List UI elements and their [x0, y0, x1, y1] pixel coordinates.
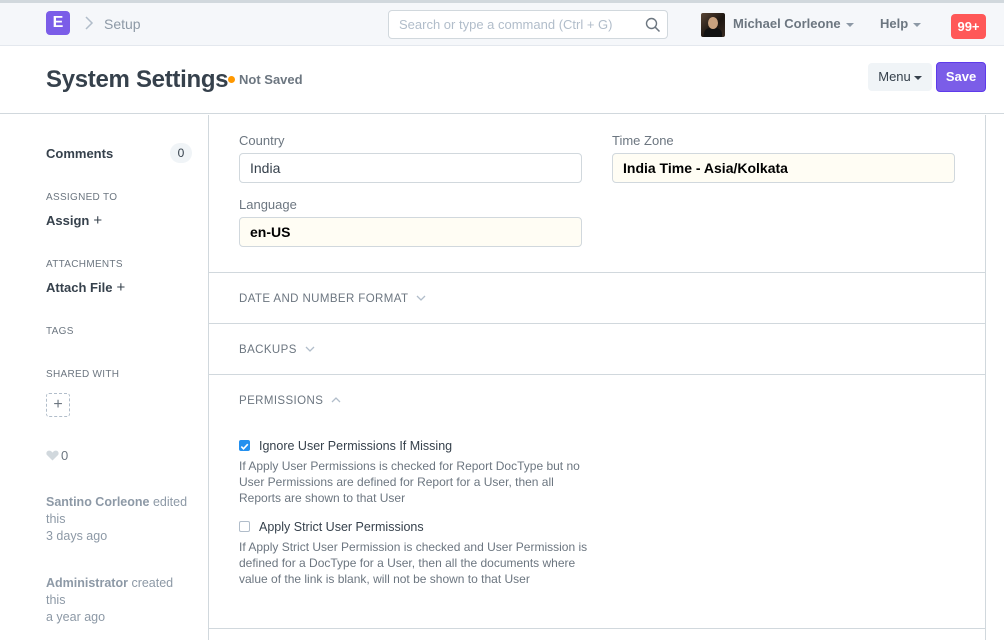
navbar: E Setup Michael Corleone Help 99+	[0, 0, 1004, 46]
ignore-user-permissions-description: If Apply User Permissions is checked for…	[239, 459, 580, 505]
strict-user-permissions-checkbox[interactable]	[239, 521, 250, 532]
section-title: DATE AND NUMBER FORMAT	[239, 293, 409, 305]
language-field[interactable]: en-US	[239, 217, 582, 247]
strict-user-permissions-label[interactable]: Apply Strict User Permissions	[259, 520, 424, 534]
activity-item: Administrator created this a year ago	[46, 575, 196, 626]
comments-count-badge: 0	[170, 143, 192, 163]
shared-with-heading: SHARED WITH	[46, 369, 120, 380]
menu-button[interactable]: Menu	[868, 63, 932, 91]
chevron-right-icon	[85, 16, 94, 30]
activity-user[interactable]: Santino Corleone	[46, 495, 149, 509]
ignore-user-permissions-checkbox[interactable]	[239, 440, 250, 451]
country-field[interactable]: India	[239, 153, 582, 183]
plus-icon: +	[116, 279, 126, 296]
assign-label: Assign	[46, 213, 90, 228]
form-sidebar: Comments 0 ASSIGNED TO Assign + ATTACHMEN…	[0, 115, 208, 640]
add-share-button[interactable]: +	[46, 393, 70, 417]
attach-file-button[interactable]: Attach File +	[46, 279, 125, 296]
user-name: Michael Corleone	[733, 16, 841, 31]
help-label: Help	[880, 16, 909, 31]
notifications-badge[interactable]: 99+	[951, 14, 986, 39]
breadcrumb-setup[interactable]: Setup	[104, 16, 141, 32]
search-input[interactable]	[389, 11, 629, 38]
comments-link[interactable]: Comments	[46, 146, 113, 161]
section-date-number-format[interactable]: DATE AND NUMBER FORMAT	[239, 293, 426, 305]
attachments-heading: ATTACHMENTS	[46, 259, 123, 270]
tags-heading: TAGS	[46, 326, 74, 337]
attach-file-label: Attach File	[46, 280, 113, 295]
plus-icon: +	[93, 212, 103, 229]
status-indicator: Not Saved	[239, 72, 303, 87]
assign-button[interactable]: Assign +	[46, 212, 102, 229]
language-label: Language	[239, 197, 297, 212]
app-logo[interactable]: E	[46, 11, 70, 35]
chevron-up-icon	[331, 397, 341, 403]
caret-down-icon	[913, 22, 922, 27]
section-divider	[209, 374, 986, 375]
time-zone-label: Time Zone	[612, 133, 674, 148]
section-title: PERMISSIONS	[239, 395, 324, 407]
section-divider	[209, 272, 986, 273]
page-header: System Settings Not Saved Menu Save	[0, 46, 1004, 114]
search-bar[interactable]	[388, 10, 668, 39]
section-permissions[interactable]: PERMISSIONS	[239, 395, 341, 407]
form-body: Country India Time Zone India Time - Asi…	[209, 115, 986, 640]
activity-item: Santino Corleone edited this 3 days ago	[46, 494, 196, 545]
chevron-down-icon	[416, 295, 426, 301]
caret-down-icon	[845, 22, 854, 27]
activity-time: a year ago	[46, 610, 106, 624]
heart-icon	[46, 450, 59, 461]
menu-label: Menu	[878, 69, 911, 84]
save-button[interactable]: Save	[936, 62, 986, 92]
user-avatar[interactable]	[701, 13, 725, 37]
chevron-down-icon	[305, 346, 315, 352]
strict-user-permissions-description: If Apply Strict User Permission is check…	[239, 540, 588, 586]
page-title: System Settings	[46, 66, 229, 93]
likes-count: 0	[61, 448, 69, 463]
section-backups[interactable]: BACKUPS	[239, 344, 315, 356]
country-label: Country	[239, 133, 285, 148]
assigned-to-heading: ASSIGNED TO	[46, 192, 118, 203]
checkmark-icon	[240, 443, 249, 450]
status-dot-icon	[228, 76, 235, 83]
help-menu[interactable]: Help	[880, 16, 922, 31]
ignore-user-permissions-label[interactable]: Ignore User Permissions If Missing	[259, 439, 452, 453]
section-title: BACKUPS	[239, 344, 297, 356]
section-divider	[209, 323, 986, 324]
user-menu[interactable]: Michael Corleone	[733, 16, 854, 31]
caret-down-icon	[913, 75, 922, 80]
section-divider	[209, 628, 986, 629]
search-icon[interactable]	[645, 17, 661, 33]
time-zone-field[interactable]: India Time - Asia/Kolkata	[612, 153, 955, 183]
activity-time: 3 days ago	[46, 529, 108, 543]
like-button[interactable]: 0	[46, 448, 68, 463]
activity-user[interactable]: Administrator	[46, 576, 128, 590]
